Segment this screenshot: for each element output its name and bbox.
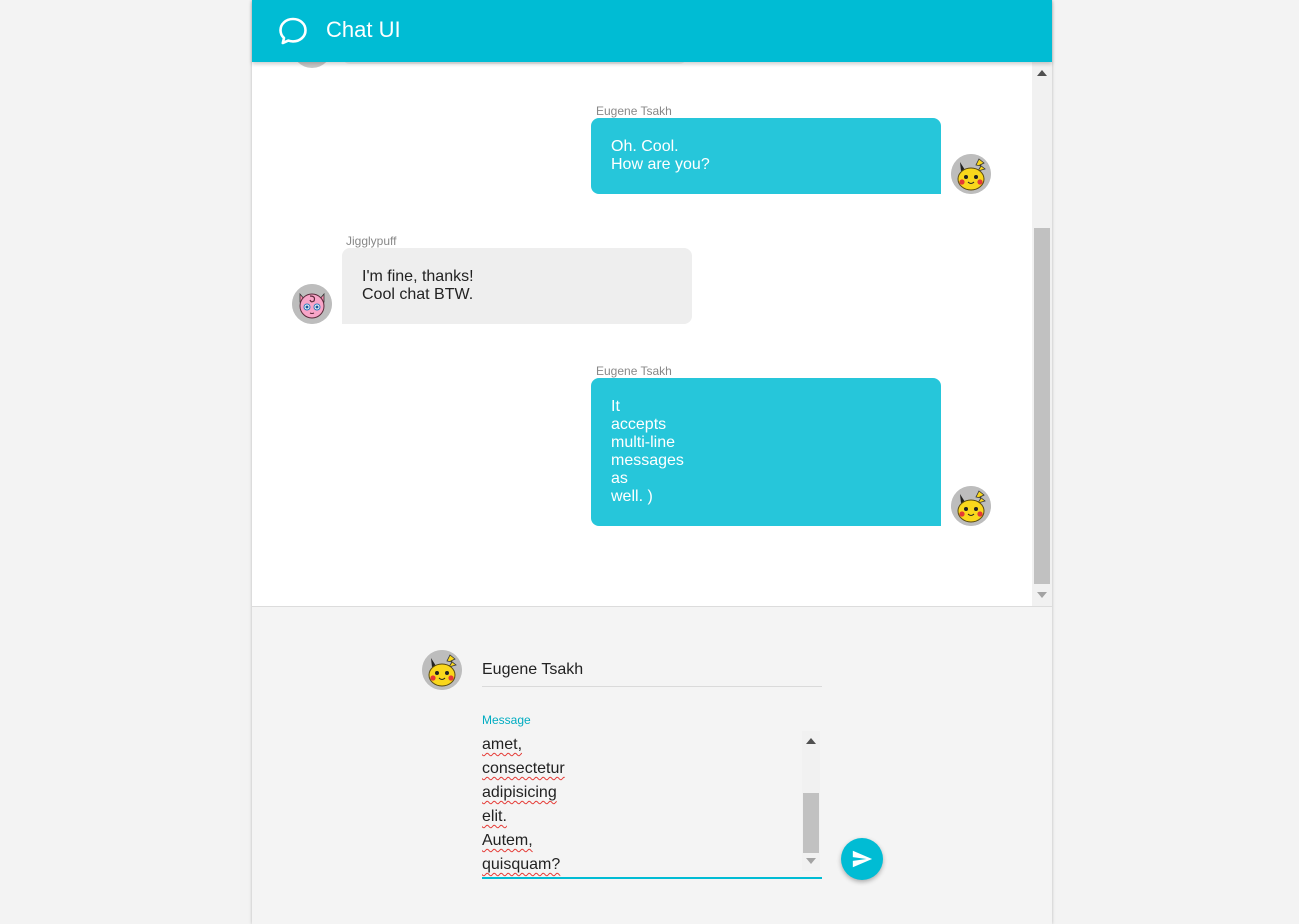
scroll-down-arrow-icon[interactable]	[1037, 592, 1047, 598]
jigglypuff-avatar	[292, 284, 332, 324]
send-button[interactable]	[841, 838, 883, 880]
scroll-down-arrow-icon[interactable]	[806, 858, 816, 864]
message-list-scrollbar[interactable]	[1032, 62, 1052, 606]
message-bubble: Oh. Cool. How are you?	[591, 118, 941, 194]
name-field-value[interactable]: Eugene Tsakh	[482, 661, 583, 679]
message-line[interactable]: adipisicing	[482, 781, 565, 805]
message-textarea[interactable]: amet, consectetur adipisicing elit. Aute…	[482, 731, 822, 879]
scrollbar-thumb[interactable]	[803, 793, 819, 853]
chat-bubble-icon	[277, 15, 309, 47]
message-bubble: I'm fine, thanks! Cool chat BTW.	[342, 248, 692, 324]
message-line[interactable]: quisquam?	[482, 853, 565, 877]
name-field[interactable]: Eugene Tsakh	[482, 652, 822, 687]
send-icon	[852, 850, 873, 868]
scroll-up-arrow-icon[interactable]	[806, 738, 816, 744]
scroll-up-arrow-icon[interactable]	[1037, 70, 1047, 76]
avatar	[292, 62, 332, 68]
message-author: Jigglypuff	[346, 234, 397, 248]
pikachu-avatar	[951, 486, 991, 526]
message-line[interactable]: Autem,	[482, 829, 565, 853]
message-list[interactable]: Eugene Tsakh Oh. Cool. How are you? Jigg…	[252, 62, 1052, 607]
message-author: Eugene Tsakh	[596, 364, 672, 378]
message-line[interactable]: consectetur	[482, 757, 565, 781]
textarea-scrollbar[interactable]	[802, 731, 820, 871]
message-line[interactable]: amet,	[482, 733, 565, 757]
pikachu-avatar	[951, 154, 991, 194]
message-bubble	[342, 62, 687, 64]
app-header: Chat UI	[252, 0, 1052, 62]
chat-app: Chat UI Eugene Tsakh Oh. Cool. How are y…	[252, 0, 1052, 924]
message-line[interactable]: elit.	[482, 805, 565, 829]
message-field-label: Message	[482, 713, 531, 727]
pikachu-avatar	[422, 650, 462, 690]
message-bubble: It accepts multi-line messages as well. …	[591, 378, 941, 526]
message-author: Eugene Tsakh	[596, 104, 672, 118]
scrollbar-thumb[interactable]	[1034, 228, 1050, 584]
app-title: Chat UI	[326, 17, 401, 42]
